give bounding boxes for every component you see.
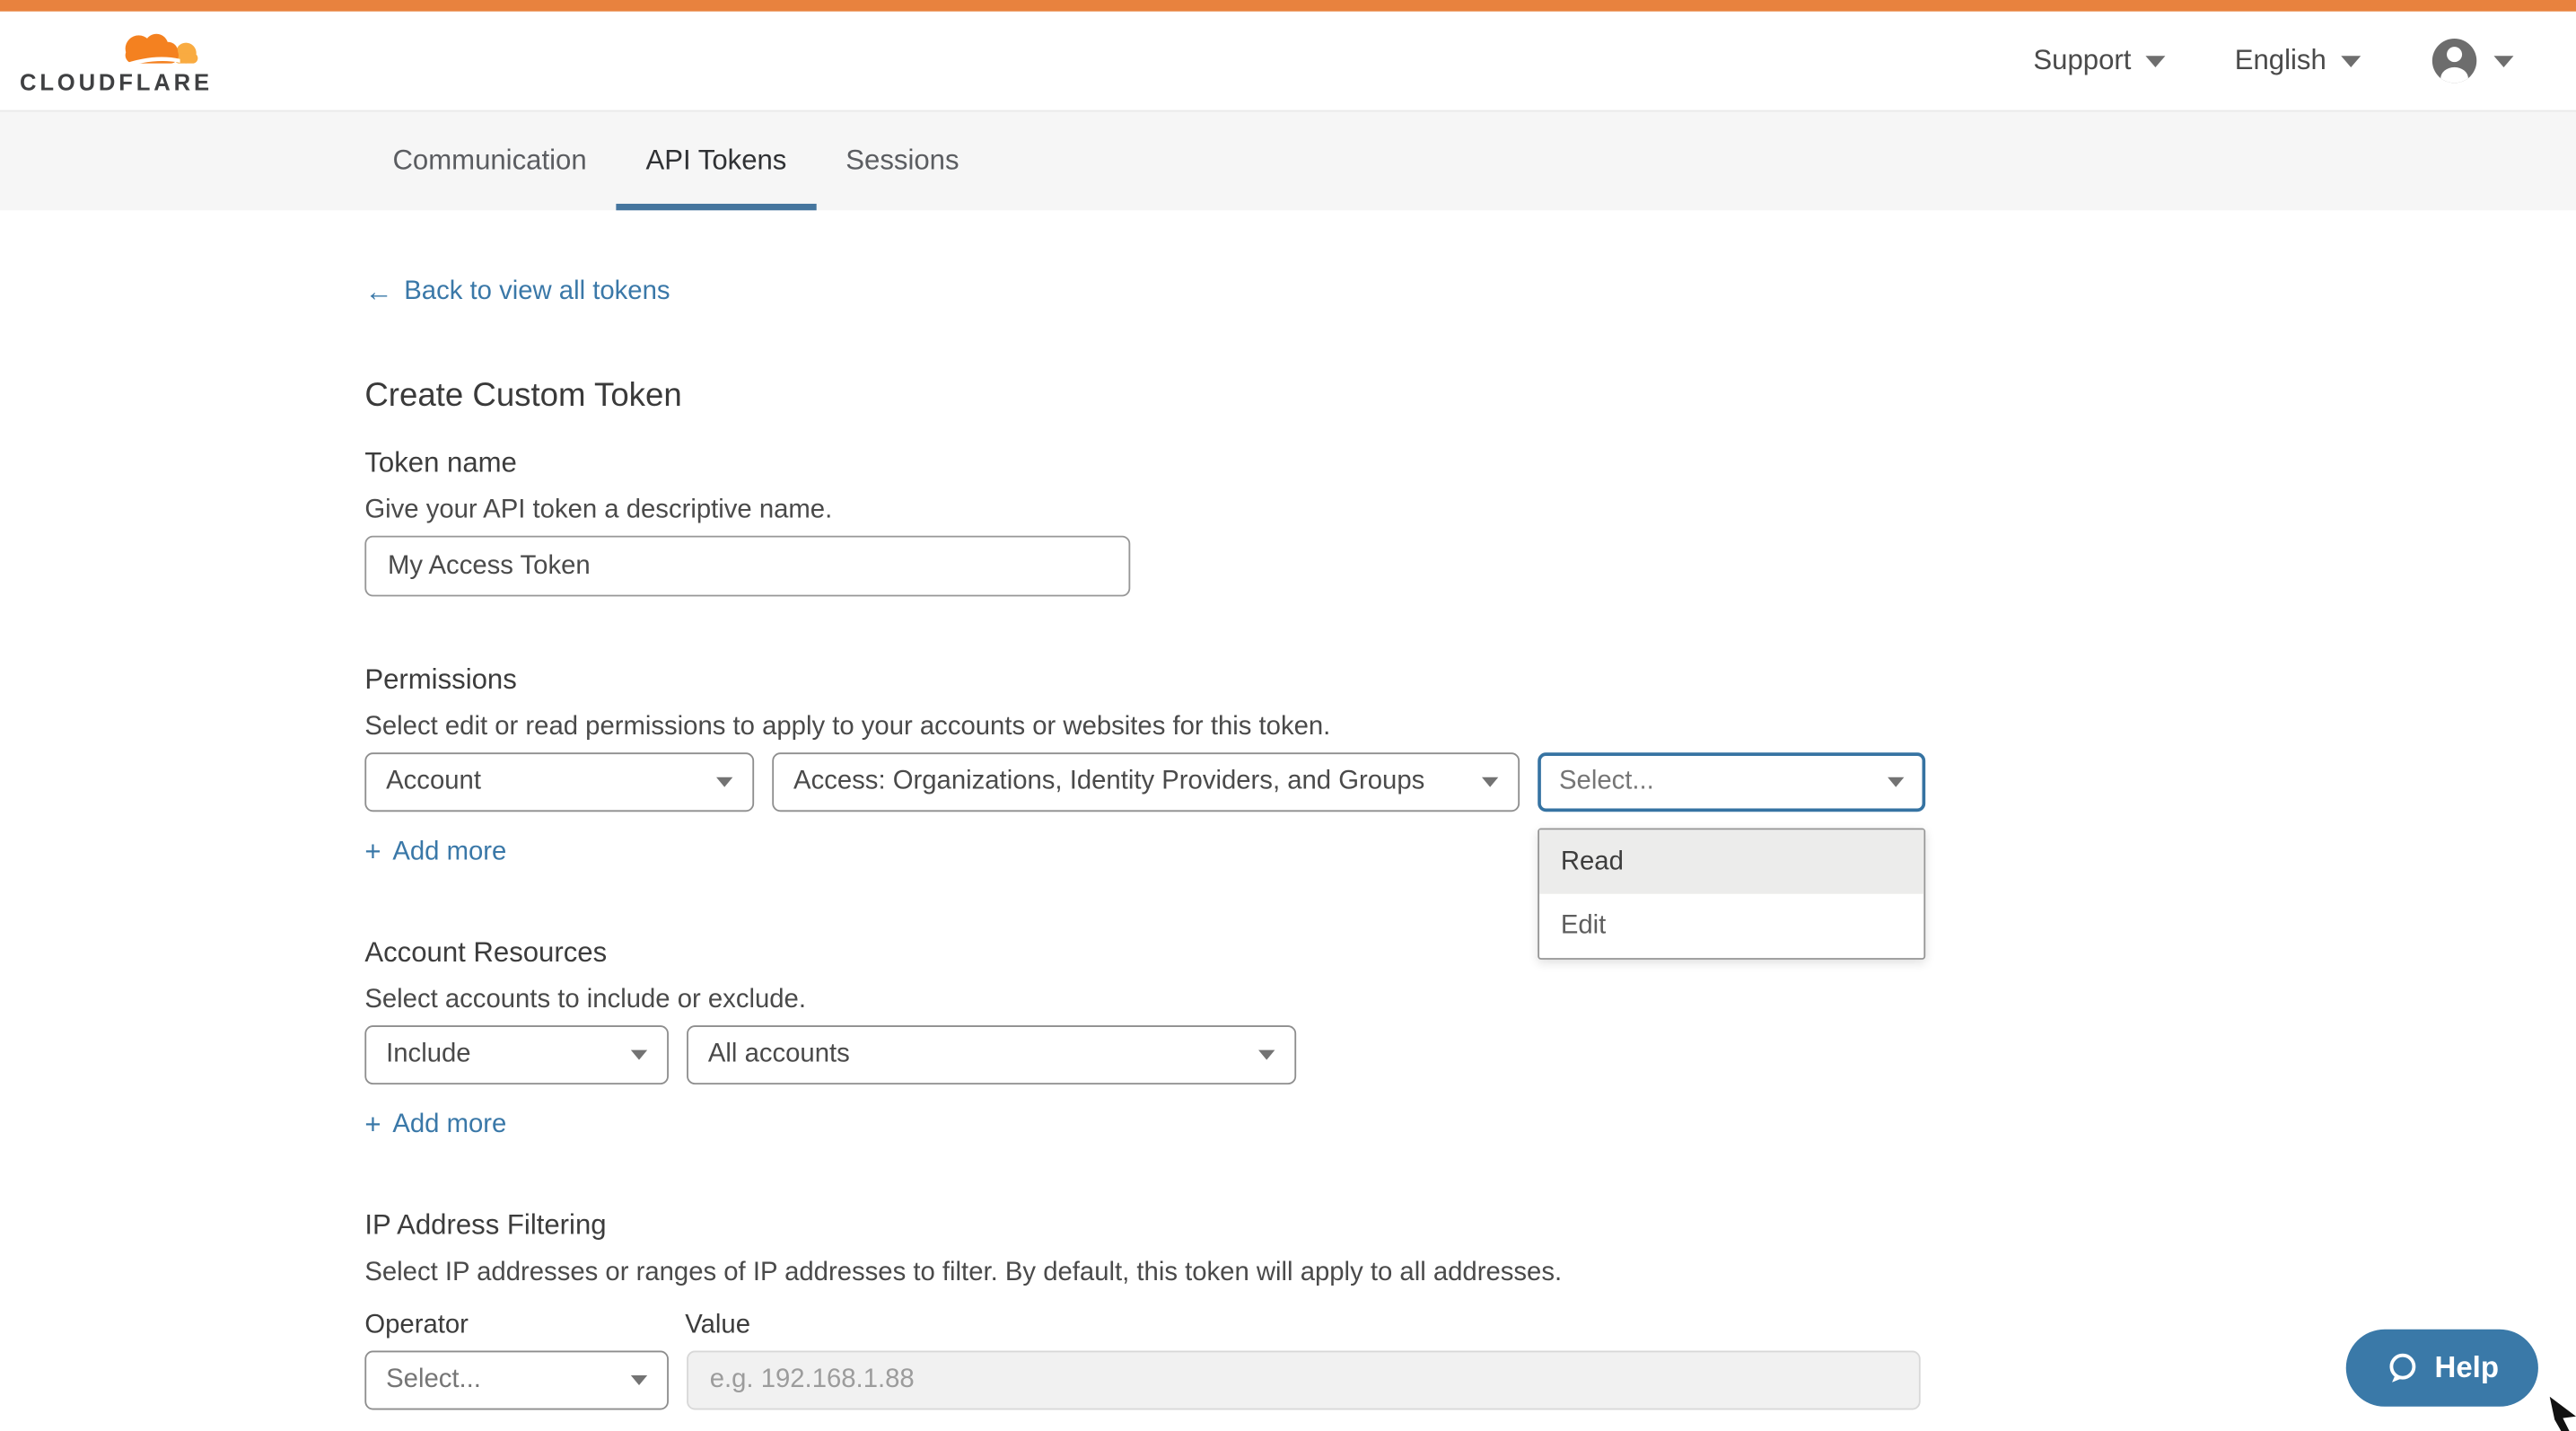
tab-label: Sessions: [846, 145, 959, 178]
profile-tab-bar: Communication API Tokens Sessions: [0, 111, 2576, 210]
tab-label: API Tokens: [646, 145, 787, 178]
permissions-description: Select edit or read permissions to apply…: [364, 712, 2576, 743]
ip-filtering-row: Select...: [364, 1351, 2576, 1410]
support-menu[interactable]: Support: [2033, 44, 2165, 77]
chevron-down-icon: [631, 1050, 647, 1060]
back-arrow-icon: ←: [364, 276, 392, 309]
permission-level-select[interactable]: Select...: [1538, 752, 1925, 812]
menu-option-edit[interactable]: Edit: [1539, 894, 1923, 958]
user-avatar-icon: [2430, 36, 2479, 85]
account-resources-description: Select accounts to include or exclude.: [364, 984, 2576, 1015]
tab-sessions[interactable]: Sessions: [816, 111, 988, 210]
chevron-down-icon: [1888, 777, 1904, 787]
header: CLOUDFLARE Support English: [0, 12, 2576, 112]
resource-mode-select[interactable]: Include: [364, 1025, 669, 1084]
resource-mode-value: Include: [386, 1040, 487, 1070]
permission-scope-select[interactable]: Account: [364, 752, 754, 812]
header-right-cluster: Support English: [2033, 36, 2513, 85]
chevron-down-icon: [2146, 55, 2166, 66]
token-name-heading: Token name: [364, 445, 2576, 479]
cloudflare-wordmark: CLOUDFLARE: [20, 73, 214, 94]
permission-group-value: Access: Organizations, Identity Provider…: [793, 768, 1441, 797]
cloudflare-dashboard-page: CLOUDFLARE Support English: [0, 0, 2576, 1431]
help-button[interactable]: Help: [2346, 1330, 2538, 1407]
cloudflare-logo[interactable]: CLOUDFLARE: [20, 28, 214, 93]
permissions-row: Account Access: Organizations, Identity …: [364, 752, 2576, 812]
account-menu[interactable]: [2430, 36, 2513, 85]
page-title: Create Custom Token: [364, 376, 2576, 416]
support-menu-label: Support: [2033, 44, 2131, 77]
token-name-input[interactable]: [364, 536, 1130, 597]
ip-operator-select[interactable]: Select...: [364, 1351, 669, 1410]
account-resources-row: Include All accounts: [364, 1025, 2576, 1084]
mouse-cursor: [2546, 1397, 2576, 1431]
add-more-label: Add more: [392, 1109, 506, 1142]
tab-api-tokens[interactable]: API Tokens: [617, 111, 817, 210]
top-accent-bar: [0, 0, 2576, 12]
permissions-heading: Permissions: [364, 663, 2576, 697]
plus-icon: +: [364, 837, 381, 870]
permission-level-menu: Read Edit: [1538, 828, 1925, 959]
tab-communication[interactable]: Communication: [364, 111, 617, 210]
permissions-add-more-link[interactable]: + Add more: [364, 837, 506, 870]
ip-operator-placeholder: Select...: [386, 1365, 497, 1395]
resource-accounts-select[interactable]: All accounts: [687, 1025, 1296, 1084]
chevron-down-icon: [2493, 55, 2513, 66]
chevron-down-icon: [631, 1375, 647, 1385]
chevron-down-icon: [2341, 55, 2361, 66]
permission-scope-value: Account: [386, 768, 497, 797]
permission-group-select[interactable]: Access: Organizations, Identity Provider…: [772, 752, 1520, 812]
back-link-label: Back to view all tokens: [404, 276, 670, 309]
permission-level-select-wrap: Select... Read Edit: [1538, 752, 1925, 812]
ip-filtering-labels: Operator Value: [364, 1310, 2576, 1341]
menu-option-read[interactable]: Read: [1539, 830, 1923, 893]
operator-label: Operator: [364, 1310, 669, 1341]
ip-value-input[interactable]: [687, 1351, 1921, 1410]
chevron-down-icon: [1258, 1050, 1275, 1060]
chevron-down-icon: [716, 777, 732, 787]
ip-filtering-description: Select IP addresses or ranges of IP addr…: [364, 1257, 2576, 1288]
language-menu[interactable]: English: [2235, 44, 2361, 77]
active-tab-underline: [617, 204, 817, 210]
ip-filtering-heading: IP Address Filtering: [364, 1207, 2576, 1242]
token-name-description: Give your API token a descriptive name.: [364, 495, 2576, 526]
resource-accounts-value: All accounts: [708, 1040, 866, 1070]
back-to-tokens-link[interactable]: ← Back to view all tokens: [364, 276, 670, 309]
language-menu-label: English: [2235, 44, 2326, 77]
account-resources-add-more-link[interactable]: + Add more: [364, 1109, 506, 1142]
permission-level-placeholder: Select...: [1559, 768, 1670, 797]
main-content: ← Back to view all tokens Create Custom …: [0, 210, 2576, 1409]
tab-label: Communication: [392, 145, 586, 178]
value-label: Value: [685, 1310, 750, 1341]
cloudflare-cloud-icon: [111, 28, 206, 72]
help-button-label: Help: [2435, 1351, 2499, 1385]
chat-bubble-icon: [2386, 1351, 2420, 1385]
account-resources-heading: Account Resources: [364, 935, 2576, 969]
chevron-down-icon: [1482, 777, 1498, 787]
add-more-label: Add more: [392, 837, 506, 870]
plus-icon: +: [364, 1109, 381, 1142]
